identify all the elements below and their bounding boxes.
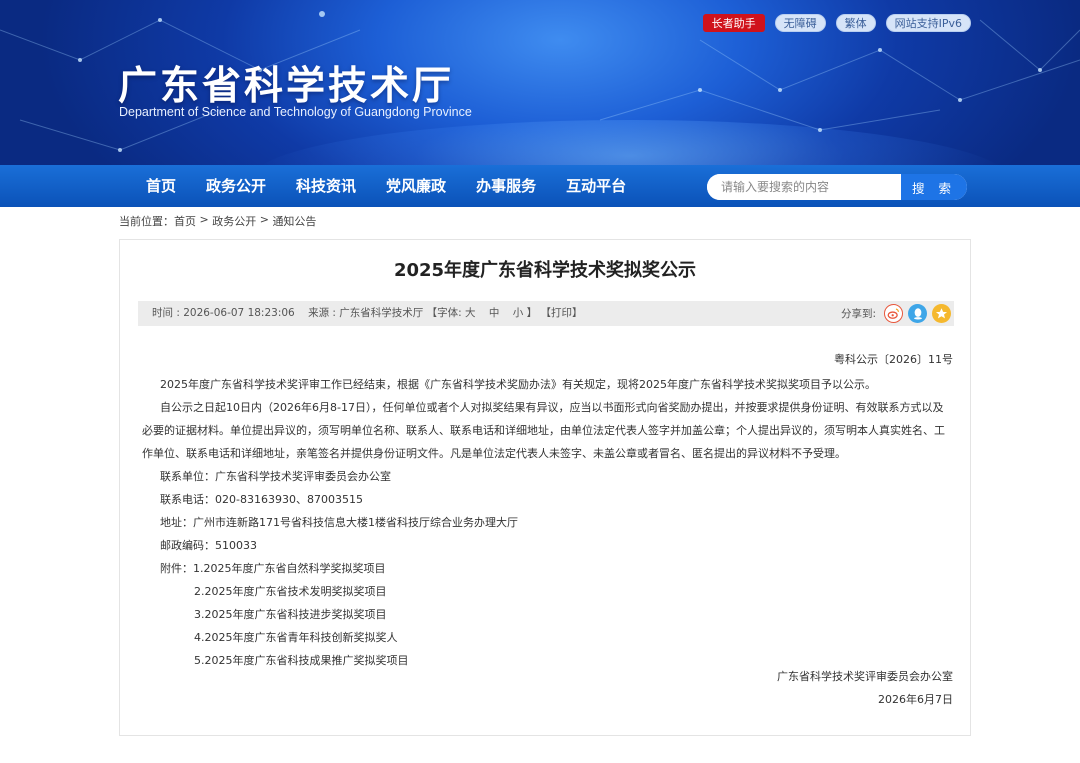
article-title: 2025年度广东省科学技术奖拟奖公示	[393, 260, 697, 281]
contact-address: 地址：广州市连新路171号省科技信息大楼1楼省科技厅综合业务办理大厅	[160, 516, 518, 529]
site-subtitle: Department of Science and Technology of …	[119, 105, 472, 119]
search-button[interactable]: 搜 索	[901, 174, 967, 200]
nav-item-interaction[interactable]: 互动平台	[552, 165, 640, 207]
attachment-link[interactable]: 2.2025年度广东省技术发明奖拟奖项目	[142, 580, 954, 603]
share-label: 分享到:	[840, 308, 876, 320]
attachment-link[interactable]: 3.2025年度广东省科技进步奖拟奖项目	[142, 603, 954, 626]
traditional-chinese-button[interactable]: 繁体	[835, 14, 876, 32]
print-button[interactable]: 【打印】	[540, 301, 582, 326]
top-links: 长者助手 无障碍 繁体 网站支持IPv6	[702, 14, 971, 32]
signature-date: 2026年6月7日	[878, 693, 953, 706]
breadcrumb-prefix: 当前位置：	[119, 215, 174, 228]
postcode: 邮政编码：510033	[160, 539, 257, 552]
article-source: 来源 : 广东省科学技术厅	[308, 307, 424, 319]
search-box: 搜 索	[707, 174, 967, 200]
breadcrumb: 当前位置： 首页 > 政务公开 > 通知公告	[119, 213, 316, 229]
article-panel: 2025年度广东省科学技术奖拟奖公示 时间 : 2026-06-07 18:23…	[119, 239, 971, 736]
qzone-icon[interactable]	[932, 304, 951, 323]
ipv6-support-badge[interactable]: 网站支持IPv6	[885, 14, 971, 32]
paragraph-objection: 自公示之日起10日内（2026年6月8-17日），任何单位或者个人对拟奖结果有异…	[142, 401, 945, 460]
nav-item-tech-news[interactable]: 科技资讯	[282, 165, 370, 207]
document-number: 粤科公示〔2026〕11号	[834, 353, 953, 366]
nav-item-home[interactable]: 首页	[132, 165, 190, 207]
breadcrumb-separator: >	[256, 213, 273, 226]
font-size-small-button[interactable]: 小	[513, 301, 524, 326]
contact-phone: 联系电话：020-83163930、87003515	[160, 493, 363, 506]
contact-unit: 联系单位：广东省科学技术奖评审委员会办公室	[160, 470, 391, 483]
header-banner: 广东省科学技术厅 Department of Science and Techn…	[0, 0, 1080, 165]
font-size-label-close: 】	[526, 307, 538, 319]
weibo-icon[interactable]	[884, 304, 903, 323]
nav-item-integrity[interactable]: 党风廉政	[372, 165, 460, 207]
qq-icon[interactable]	[908, 304, 927, 323]
font-size-label: 【字体:	[426, 307, 462, 319]
elder-assistant-button[interactable]: 长者助手	[702, 14, 765, 32]
attachment-link[interactable]: 1.2025年度广东省自然科学奖拟奖项目	[193, 557, 386, 580]
search-input[interactable]	[707, 174, 901, 200]
signature-organization: 广东省科学技术奖评审委员会办公室	[777, 670, 953, 683]
article-body: 2025年度广东省科学技术奖评审工作已经结束，根据《广东省科学技术奖励办法》有关…	[142, 373, 954, 672]
article-info-bar: 时间 : 2026-06-07 18:23:06 来源 : 广东省科学技术厅 【…	[138, 301, 954, 326]
breadcrumb-home[interactable]: 首页	[174, 213, 196, 229]
attachments-label: 附件：	[160, 562, 193, 575]
attachment-link[interactable]: 4.2025年度广东省青年科技创新奖拟奖人	[142, 626, 954, 649]
publish-time: 时间 : 2026-06-07 18:23:06	[152, 307, 295, 319]
nav-item-services[interactable]: 办事服务	[462, 165, 550, 207]
paragraph-intro: 2025年度广东省科学技术奖评审工作已经结束，根据《广东省科学技术奖励办法》有关…	[160, 378, 876, 391]
font-size-medium-button[interactable]: 中	[489, 301, 500, 326]
breadcrumb-separator: >	[196, 213, 213, 226]
font-size-large-button[interactable]: 大	[465, 301, 476, 326]
breadcrumb-notices[interactable]: 通知公告	[272, 213, 316, 229]
share-bar: 分享到:	[841, 303, 951, 324]
accessibility-button[interactable]: 无障碍	[774, 14, 826, 32]
nav-item-government-affairs[interactable]: 政务公开	[192, 165, 280, 207]
site-title: 广东省科学技术厅	[118, 64, 455, 109]
breadcrumb-government-affairs[interactable]: 政务公开	[212, 213, 256, 229]
